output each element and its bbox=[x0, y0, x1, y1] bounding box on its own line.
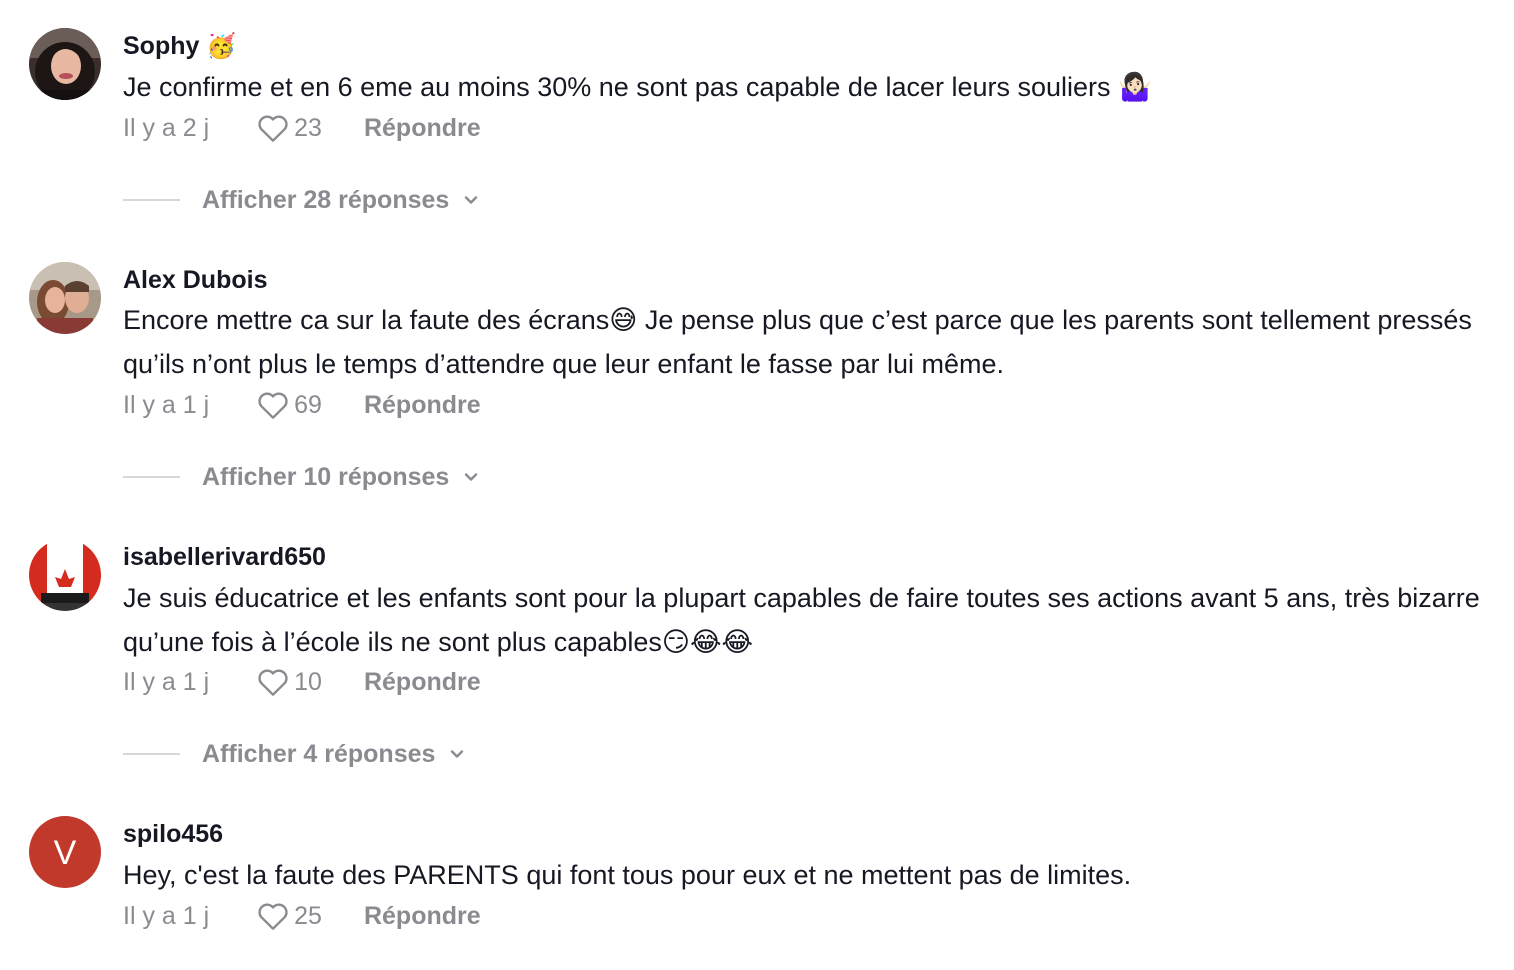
heart-icon bbox=[258, 669, 288, 696]
view-replies-button[interactable]: Afficher 4 réponses bbox=[123, 738, 467, 770]
like-count: 69 bbox=[294, 390, 322, 419]
heart-icon bbox=[258, 115, 288, 142]
view-replies-label: Afficher 28 réponses bbox=[202, 185, 450, 214]
chevron-down-icon bbox=[451, 750, 464, 758]
avatar[interactable] bbox=[29, 262, 101, 334]
comment-timestamp: Il y a 2 j bbox=[123, 113, 210, 142]
avatar[interactable] bbox=[29, 28, 101, 100]
like-count: 23 bbox=[294, 113, 322, 142]
divider-line bbox=[123, 753, 180, 755]
avatar[interactable] bbox=[29, 539, 101, 611]
comment-username[interactable]: Alex Dubois bbox=[123, 264, 267, 296]
comment-meta: Il y a 1 j 10 Répondre bbox=[123, 664, 481, 700]
avatar-letter: V bbox=[54, 834, 77, 872]
view-replies-label: Afficher 10 réponses bbox=[202, 462, 450, 491]
like-button[interactable]: 25 bbox=[257, 901, 322, 931]
reply-button[interactable]: Répondre bbox=[364, 391, 481, 420]
chevron-down-icon bbox=[465, 196, 478, 204]
comment-timestamp: Il y a 1 j bbox=[123, 390, 210, 419]
like-count: 25 bbox=[294, 901, 322, 930]
like-button[interactable]: 69 bbox=[257, 390, 322, 420]
comment-text: Encore mettre ca sur la faute des écrans… bbox=[123, 305, 1472, 379]
like-button[interactable]: 23 bbox=[257, 113, 322, 143]
party-face-emoji: 🥳 bbox=[206, 32, 237, 60]
comment-username[interactable]: isabellerivard650 bbox=[123, 541, 326, 573]
heart-icon bbox=[258, 903, 288, 930]
like-button[interactable]: 10 bbox=[257, 667, 322, 697]
comment-text: Hey, c'est la faute des PARENTS qui font… bbox=[123, 860, 1132, 890]
comment-timestamp: Il y a 1 j bbox=[123, 667, 210, 696]
comment-username[interactable]: spilo456 bbox=[123, 818, 223, 850]
chevron-down-icon bbox=[465, 473, 478, 481]
comment-text: Je confirme et en 6 eme au moins 30% ne … bbox=[123, 72, 1152, 102]
comment-text: Je suis éducatrice et les enfants sont p… bbox=[123, 583, 1480, 657]
view-replies-button[interactable]: Afficher 28 réponses bbox=[123, 184, 481, 216]
comment-username[interactable]: Sophy 🥳 bbox=[123, 30, 236, 62]
comment-timestamp: Il y a 1 j bbox=[123, 901, 210, 930]
comment-meta: Il y a 1 j 69 Répondre bbox=[123, 387, 481, 423]
view-replies-label: Afficher 4 réponses bbox=[202, 739, 436, 768]
comment-meta: Il y a 1 j 25 Répondre bbox=[123, 898, 481, 934]
divider-line bbox=[123, 199, 180, 201]
heart-icon bbox=[258, 392, 288, 419]
reply-button[interactable]: Répondre bbox=[364, 902, 481, 931]
username-text[interactable]: Sophy bbox=[123, 32, 199, 60]
reply-button[interactable]: Répondre bbox=[364, 668, 481, 697]
avatar[interactable]: V bbox=[29, 816, 101, 888]
comments-list: Sophy 🥳 Je confirme et en 6 eme au moins… bbox=[0, 0, 1514, 970]
like-count: 10 bbox=[294, 667, 322, 696]
view-replies-button[interactable]: Afficher 10 réponses bbox=[123, 461, 481, 493]
divider-line bbox=[123, 476, 180, 478]
reply-button[interactable]: Répondre bbox=[364, 114, 481, 143]
comment-meta: Il y a 2 j 23 Répondre bbox=[123, 110, 481, 146]
